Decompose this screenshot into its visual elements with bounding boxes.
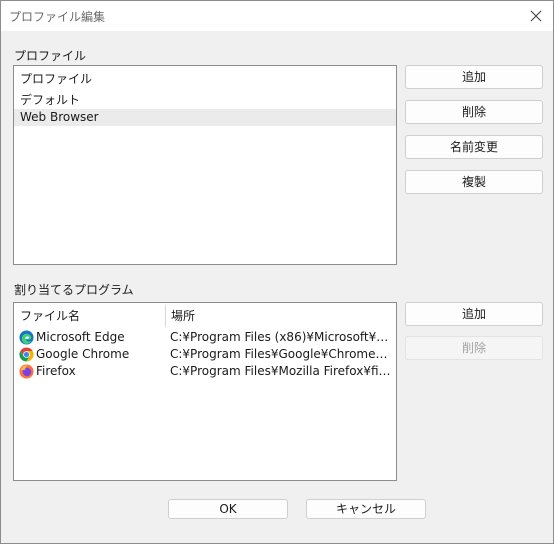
profile-list[interactable]: プロファイル デフォルト Web Browser [13, 65, 397, 265]
cancel-button[interactable]: キャンセル [306, 499, 426, 519]
program-name: Firefox [36, 364, 76, 378]
close-button[interactable] [523, 3, 549, 29]
profile-edit-dialog: プロファイル編集 プロファイル プロファイル デフォルト Web Browser… [0, 0, 554, 544]
program-row[interactable]: Microsoft Edge C:¥Program Files (x86)¥Mi… [14, 329, 396, 346]
close-icon [530, 10, 542, 22]
program-path: C:¥Program Files (x86)¥Microsoft¥Edge¥Ap… [170, 330, 394, 344]
profile-list-item-selected[interactable]: Web Browser [14, 109, 396, 126]
programs-label: 割り当てるプログラム [14, 283, 134, 297]
rename-profile-button[interactable]: 名前変更 [405, 135, 543, 159]
duplicate-profile-button[interactable]: 複製 [405, 170, 543, 194]
program-row[interactable]: Google Chrome C:¥Program Files¥Google¥Ch… [14, 346, 396, 363]
chrome-icon [19, 347, 34, 362]
add-program-button[interactable]: 追加 [405, 302, 543, 326]
profile-list-item[interactable]: プロファイル [14, 71, 396, 88]
program-name: Google Chrome [36, 347, 130, 361]
column-divider[interactable] [165, 305, 166, 327]
delete-program-button[interactable]: 削除 [405, 336, 543, 360]
program-path: C:¥Program Files¥Mozilla Firefox¥firefox… [170, 364, 394, 378]
ok-button[interactable]: OK [168, 499, 288, 519]
program-name: Microsoft Edge [36, 330, 125, 344]
profile-list-item[interactable]: デフォルト [14, 92, 396, 109]
column-header-filename[interactable]: ファイル名 [20, 303, 80, 329]
delete-profile-button[interactable]: 削除 [405, 100, 543, 124]
program-row[interactable]: Firefox C:¥Program Files¥Mozilla Firefox… [14, 363, 396, 380]
add-profile-button[interactable]: 追加 [405, 65, 543, 89]
edge-icon [19, 330, 34, 345]
column-header-location[interactable]: 場所 [171, 303, 195, 329]
firefox-icon [19, 364, 34, 379]
program-path: C:¥Program Files¥Google¥Chrome¥Applicati… [170, 347, 394, 361]
program-list[interactable]: ファイル名 場所 Microsoft Edge C:¥Program Files… [13, 302, 397, 481]
window-title: プロファイル編集 [9, 10, 106, 24]
profiles-label: プロファイル [14, 49, 87, 63]
title-bar: プロファイル編集 [1, 1, 553, 31]
